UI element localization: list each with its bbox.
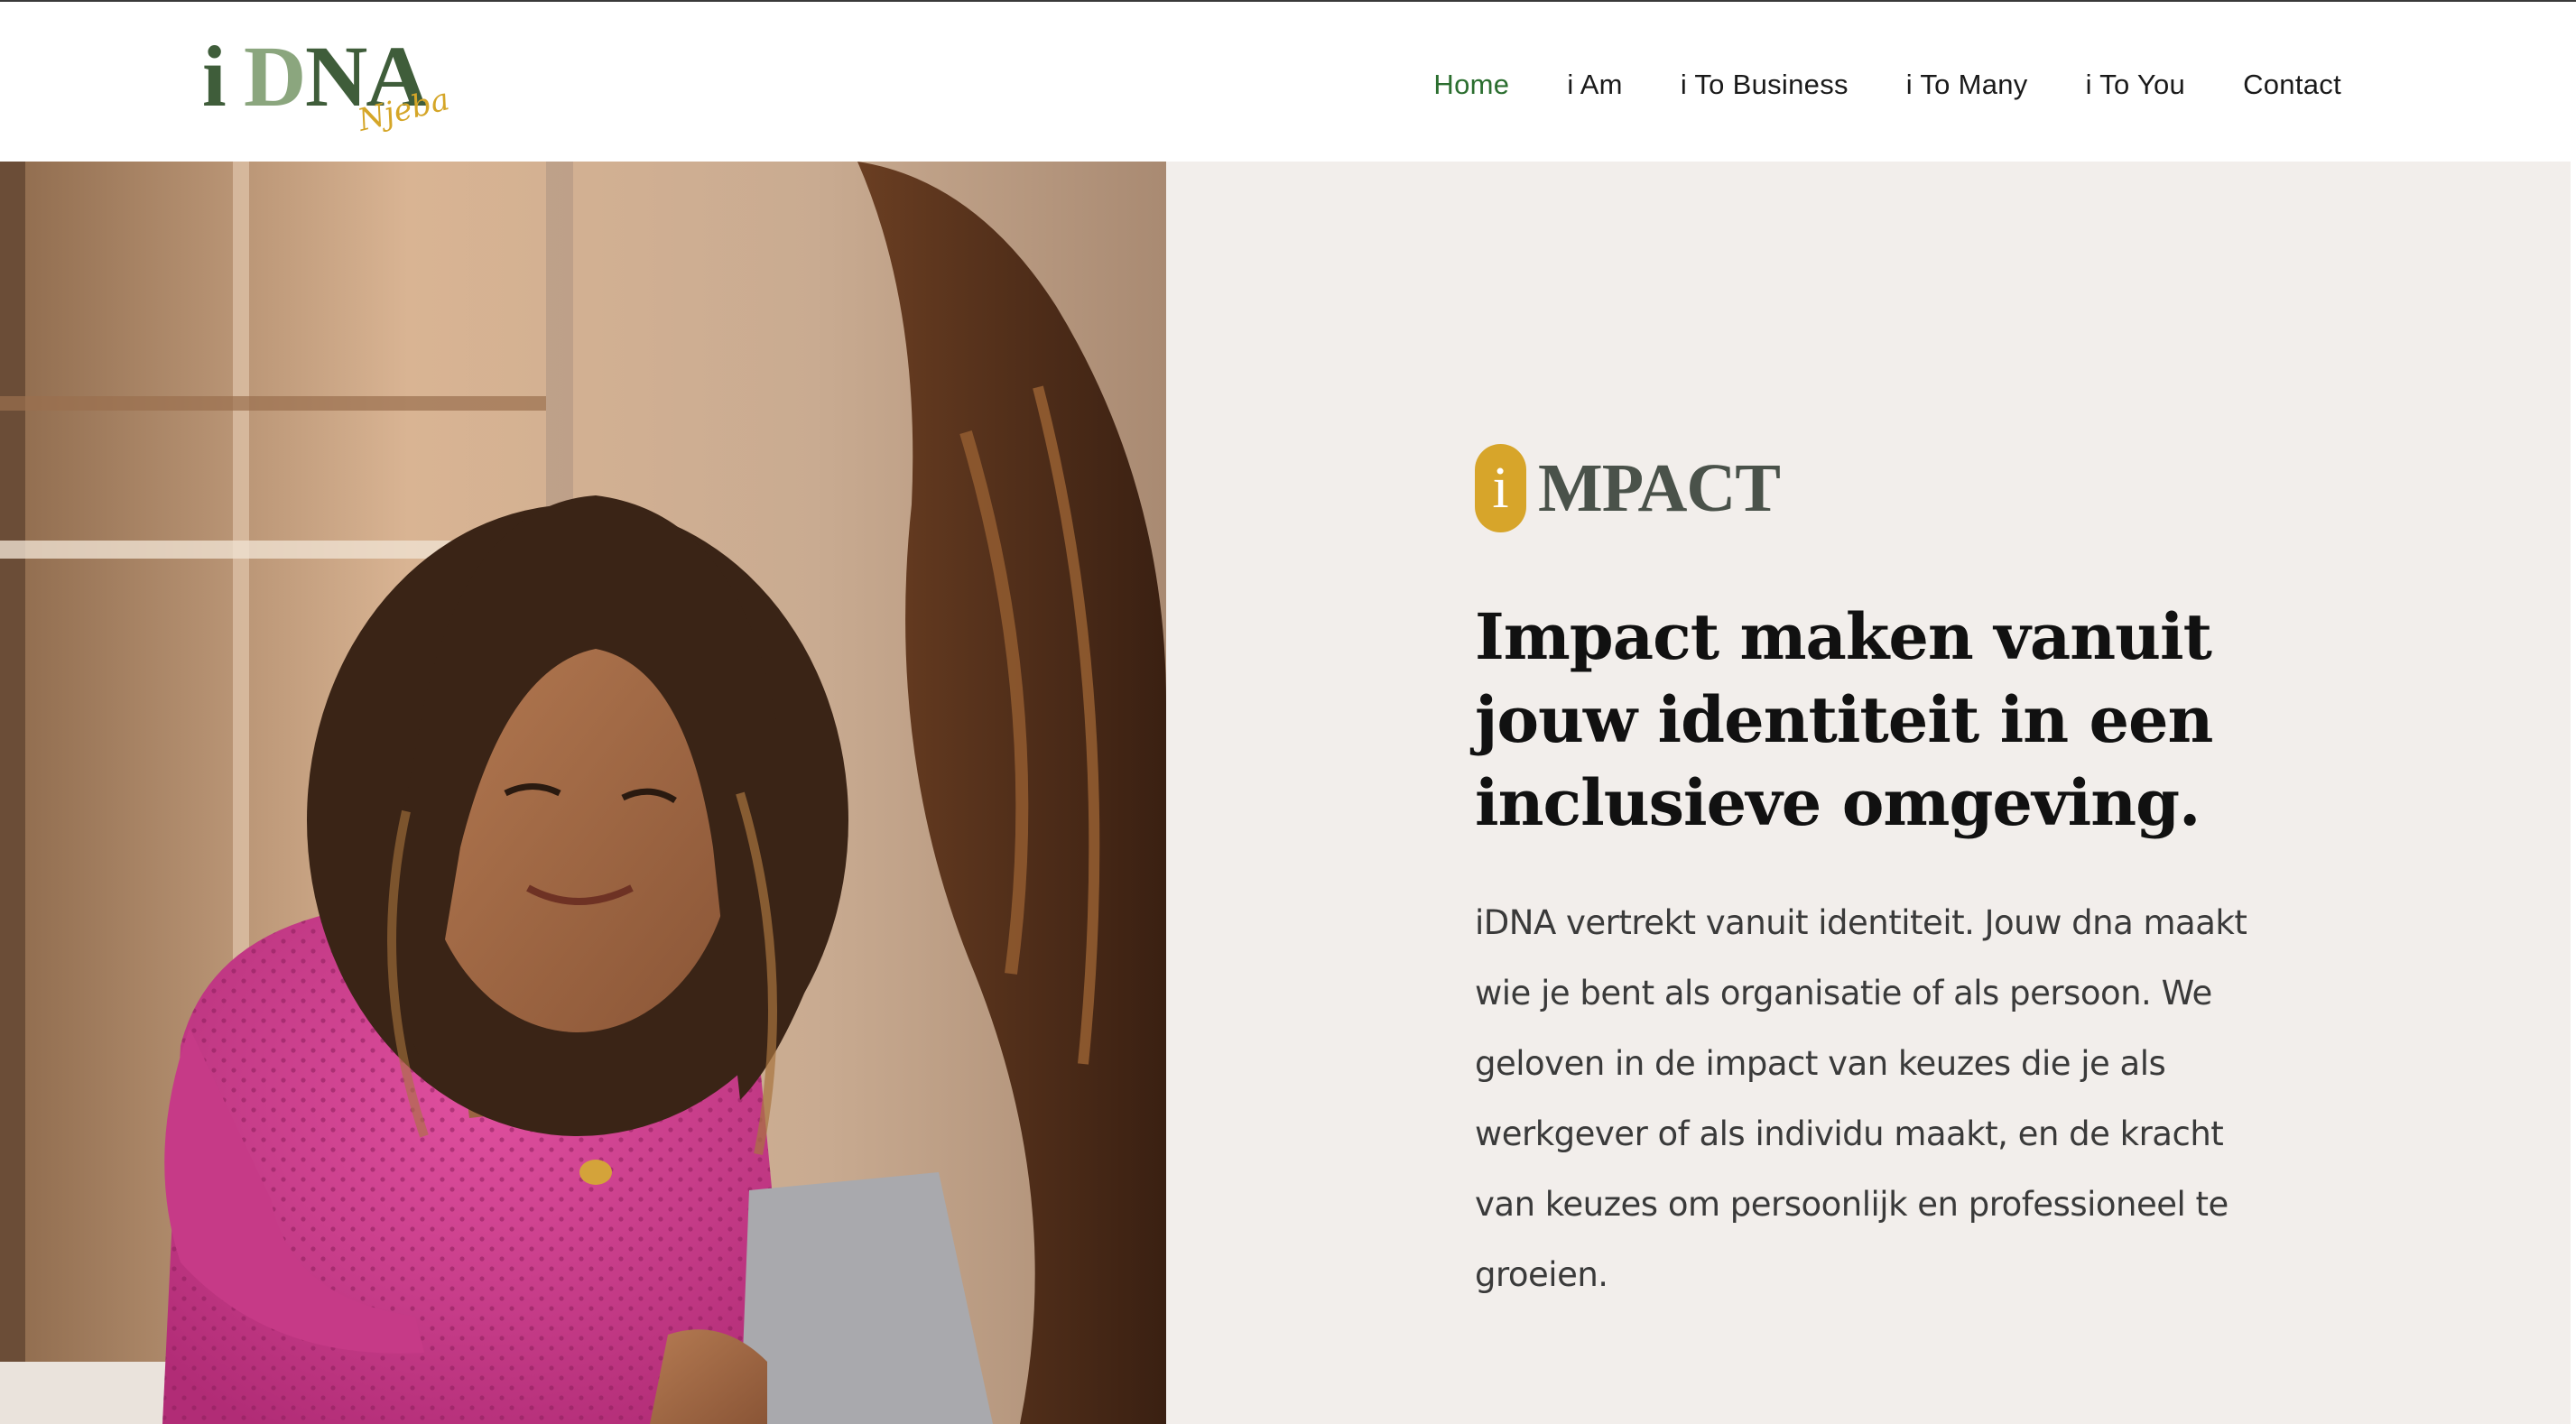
hero-photo-illustration xyxy=(0,162,1166,1424)
nav-i-to-many[interactable]: i To Many xyxy=(1906,69,2028,101)
site-header: i D NA Njeba Home i Am i To Business i T… xyxy=(0,2,2576,162)
nav-i-am[interactable]: i Am xyxy=(1567,69,1623,101)
idna-logo[interactable]: i D NA Njeba xyxy=(202,27,453,140)
impact-i-icon: i xyxy=(1475,444,1526,532)
nav-contact[interactable]: Contact xyxy=(2243,69,2341,101)
logo-letter-d: D xyxy=(244,28,307,125)
logo-letter-i: i xyxy=(202,28,227,125)
hero-photo xyxy=(0,162,1166,1424)
nav-home[interactable]: Home xyxy=(1433,69,1509,101)
hero-headline: Impact maken vanuit jouw identiteit in e… xyxy=(1475,599,2213,840)
impact-badge: i MPACT xyxy=(1475,443,1781,533)
hero-body: iDNA vertrekt vanuit identiteit. Jouw dn… xyxy=(1475,903,2247,1294)
nav-i-to-you[interactable]: i To You xyxy=(2086,69,2185,101)
main-nav: Home i Am i To Business i To Many i To Y… xyxy=(1376,63,2341,106)
right-edge xyxy=(2571,162,2576,1424)
impact-badge-word: MPACT xyxy=(1538,449,1781,526)
nav-i-to-business[interactable]: i To Business xyxy=(1681,69,1849,101)
